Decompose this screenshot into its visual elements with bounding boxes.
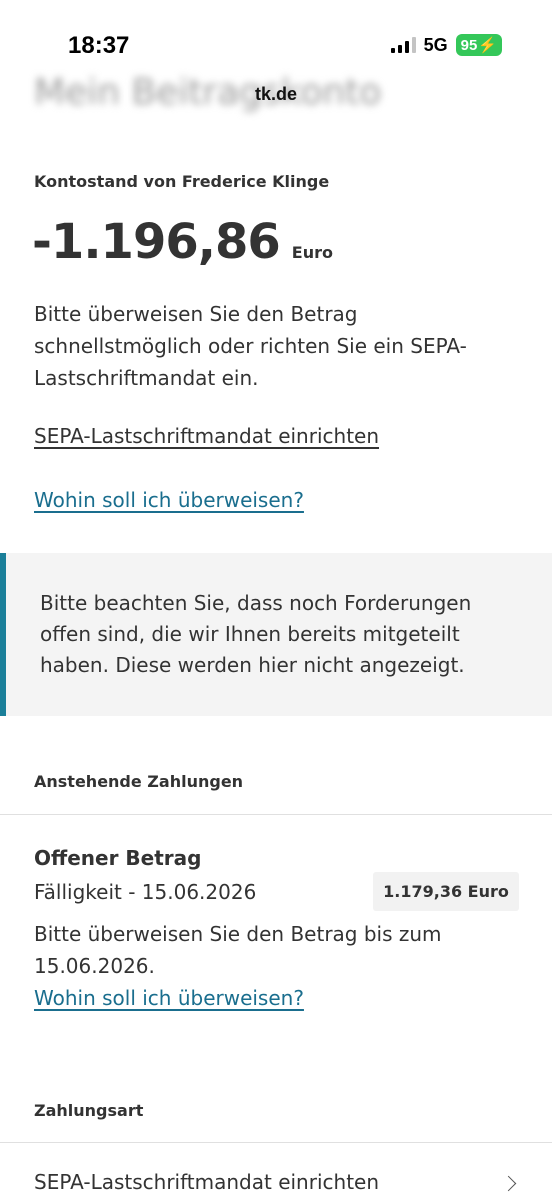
divider — [0, 814, 552, 815]
open-amount-description: Bitte überweisen Sie den Betrag bis zum … — [34, 922, 442, 978]
status-indicators: 5G 95 ⚡ — [390, 34, 502, 56]
balance-value: -1.196,86 — [32, 214, 281, 270]
sepa-mandate-row[interactable]: SEPA-Lastschriftmandat einrichten — [0, 1160, 552, 1200]
transfer-info-link[interactable]: Wohin soll ich überweisen? — [34, 488, 304, 512]
divider — [0, 1142, 552, 1143]
amount-badge: 1.179,36 Euro — [373, 872, 519, 911]
bolt-icon: ⚡ — [478, 37, 497, 54]
notice-box: Bitte beachten Sie, dass noch Forderunge… — [0, 553, 552, 716]
account-owner-label: Kontostand von Frederice Klinge — [34, 172, 330, 191]
signal-icon — [390, 37, 416, 53]
open-amount-title: Offener Betrag — [34, 846, 202, 870]
upcoming-payments-heading: Anstehende Zahlungen — [34, 772, 244, 791]
status-time: 18:37 — [68, 32, 130, 59]
notice-text: Bitte beachten Sie, dass noch Forderunge… — [40, 591, 472, 677]
battery-level: 95 — [460, 36, 478, 54]
transfer-info-link-2[interactable]: Wohin soll ich überweisen? — [34, 986, 304, 1010]
network-type: 5G — [423, 34, 448, 55]
address-bar-url[interactable]: tk.de — [0, 84, 552, 105]
payment-method-heading: Zahlungsart — [34, 1101, 144, 1120]
sepa-mandate-link[interactable]: SEPA-Lastschriftmandat einrichten — [34, 424, 379, 448]
sepa-mandate-row-label: SEPA-Lastschriftmandat einrichten — [34, 1170, 380, 1194]
due-date: Fälligkeit - 15.06.2026 — [34, 880, 257, 904]
account-balance: -1.196,86 Euro — [32, 214, 333, 270]
payment-info-text: Bitte überweisen Sie den Betrag schnells… — [34, 302, 467, 390]
battery-charging-icon: 95 ⚡ — [455, 34, 502, 56]
chevron-right-icon — [500, 1175, 517, 1192]
balance-currency: Euro — [291, 243, 333, 262]
